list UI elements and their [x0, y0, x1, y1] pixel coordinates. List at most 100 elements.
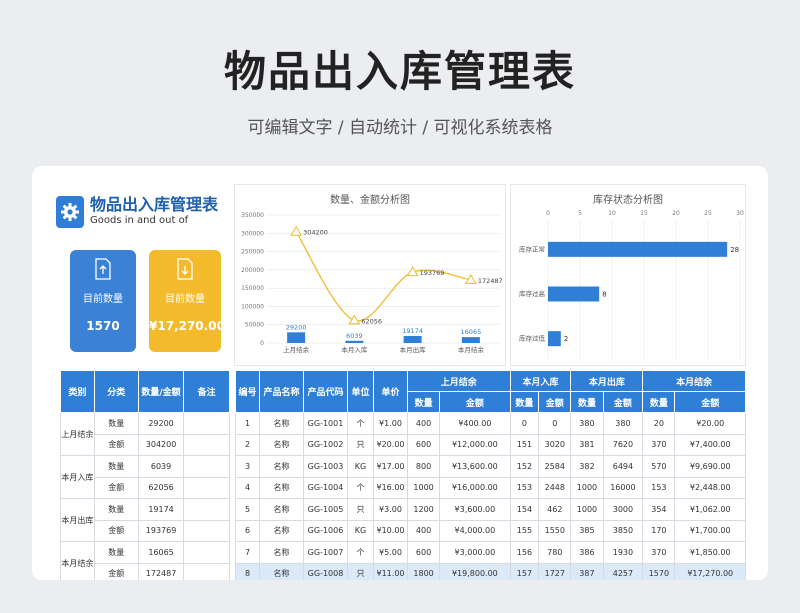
- note-cell: [183, 541, 230, 564]
- table-cell: ¥4,000.00: [439, 519, 511, 542]
- table-cell: 个: [347, 476, 374, 499]
- chart-canvas: 0 5 10 15 20 25 30 库存正常 28 库存过高 8 库存过低 2: [519, 210, 744, 361]
- x-tick-label: 本月结余: [458, 345, 485, 354]
- sub-header: 数量: [406, 391, 441, 413]
- table-cell: ¥5.00: [373, 541, 408, 564]
- download-file-icon: [175, 258, 195, 280]
- table-cell: 1727: [538, 562, 572, 580]
- value-cell: 193769: [137, 519, 185, 542]
- table-cell: ¥1,700.00: [674, 519, 746, 542]
- table-cell: 156: [509, 541, 540, 564]
- table-cell: 名称: [259, 562, 304, 580]
- kind-cell: 数量: [93, 455, 139, 478]
- sub-header: 金额: [439, 391, 511, 413]
- note-cell: [183, 562, 230, 580]
- table-cell: 1000: [570, 476, 604, 499]
- table-cell: GG-1006: [303, 519, 348, 542]
- table-cell: 157: [509, 562, 540, 580]
- bar-data-label: 6039: [346, 332, 363, 340]
- table-cell: 155: [509, 519, 540, 542]
- column-header: 分类: [93, 370, 139, 413]
- note-cell: [183, 412, 230, 435]
- line-data-label: 62056: [361, 317, 382, 325]
- x-tick-label: 15: [640, 210, 648, 217]
- table-row: 本月出库 数量 19174: [60, 498, 230, 542]
- bar-data-label: 28: [730, 246, 739, 254]
- table-cell: 1800: [406, 562, 441, 580]
- column-header: 编号: [235, 370, 260, 413]
- group-header: 本月出库: [570, 370, 644, 392]
- sub-header: 金额: [538, 391, 572, 413]
- y-tick-label: 库存正常: [519, 244, 545, 253]
- table-row: 1 名称 GG-1001 个 ¥1.00 400 ¥400.00 0 0 380 380 20 ¥20.…: [235, 412, 746, 435]
- bar-data-label: 29200: [286, 323, 307, 331]
- value-cell: 62056: [137, 476, 185, 499]
- sub-header: 金额: [674, 391, 746, 413]
- table-cell: 152: [509, 455, 540, 478]
- table-cell: 名称: [259, 476, 304, 499]
- table-row: 本月结余 数量 16065: [60, 541, 230, 580]
- table-cell: ¥400.00: [439, 412, 511, 435]
- table-cell: 370: [642, 433, 676, 456]
- table-cell: ¥2,448.00: [674, 476, 746, 499]
- value-cell: 29200: [137, 412, 185, 435]
- table-cell: 2584: [538, 455, 572, 478]
- kpi-label: 目前数量: [165, 294, 205, 305]
- table-cell: 382: [570, 455, 604, 478]
- value-cell: 6039: [137, 455, 185, 478]
- table-cell: 600: [406, 433, 441, 456]
- line-point: [290, 225, 303, 236]
- table-cell: 名称: [259, 519, 304, 542]
- table-row: 2 名称 GG-1002 只 ¥20.00 600 ¥12,000.00 151 3020 381…: [235, 433, 746, 456]
- table-row: 4 名称 GG-1004 个 ¥16.00 1000 ¥16,000.00 153 2448 10…: [235, 476, 746, 499]
- note-cell: [183, 455, 230, 478]
- table-cell: GG-1005: [303, 498, 348, 521]
- table-cell: 1570: [642, 562, 676, 580]
- bar: [548, 241, 728, 257]
- y-tick-label: 350000: [241, 212, 264, 219]
- table-cell: 154: [509, 498, 540, 521]
- gear-icon: [56, 196, 84, 228]
- table-cell: 462: [538, 498, 572, 521]
- page-title: 物品出入库管理表: [223, 47, 576, 96]
- table-row: 8 名称 GG-1008 只 ¥11.00 1800 ¥19,800.00 157 1727 38…: [235, 562, 746, 580]
- value-cell: 16065: [137, 541, 185, 564]
- table-cell: 6: [235, 519, 260, 542]
- x-tick-label: 上月结余: [283, 345, 310, 354]
- table-cell: 1200: [406, 498, 441, 521]
- y-tick-label: 库存过低: [519, 334, 546, 343]
- table-cell: 3000: [602, 498, 644, 521]
- table-cell: 400: [406, 412, 441, 435]
- sub-header: 数量: [642, 391, 676, 413]
- table-cell: 6494: [602, 455, 644, 478]
- table-cell: 370: [642, 541, 676, 564]
- table-cell: 570: [642, 455, 676, 478]
- table-cell: GG-1002: [303, 433, 348, 456]
- table-row: 7 名称 GG-1007 个 ¥5.00 600 ¥3,000.00 156 780 386 193…: [235, 541, 746, 564]
- table-cell: 3: [235, 455, 260, 478]
- table-cell: ¥16.00: [373, 476, 408, 499]
- x-tick-label: 本月入库: [341, 345, 368, 354]
- note-cell: [183, 476, 230, 499]
- brand: 物品出入库管理表 Goods in and out of: [56, 196, 218, 228]
- table-cell: 1: [235, 412, 260, 435]
- line-data-label: 193769: [420, 269, 445, 277]
- table-cell: ¥3,600.00: [439, 498, 511, 521]
- group-header: 上月结余: [407, 370, 511, 392]
- bar-data-label: 16065: [461, 328, 482, 336]
- table-cell: 7: [235, 541, 260, 564]
- x-tick-label: 20: [672, 210, 680, 217]
- sub-header: 数量: [509, 391, 540, 413]
- kpi-value: 1570: [86, 319, 120, 333]
- table-cell: 780: [538, 541, 572, 564]
- table-cell: 只: [347, 433, 374, 456]
- table-cell: ¥1,062.00: [674, 498, 746, 521]
- column-header: 产品名称: [259, 370, 304, 413]
- y-tick-label: 200000: [241, 267, 264, 274]
- bar: [548, 331, 561, 347]
- table-cell: 381: [570, 433, 604, 456]
- column-header: 单价: [373, 370, 408, 413]
- line-point: [348, 314, 361, 325]
- table-cell: 380: [602, 412, 644, 435]
- bar: [403, 335, 422, 343]
